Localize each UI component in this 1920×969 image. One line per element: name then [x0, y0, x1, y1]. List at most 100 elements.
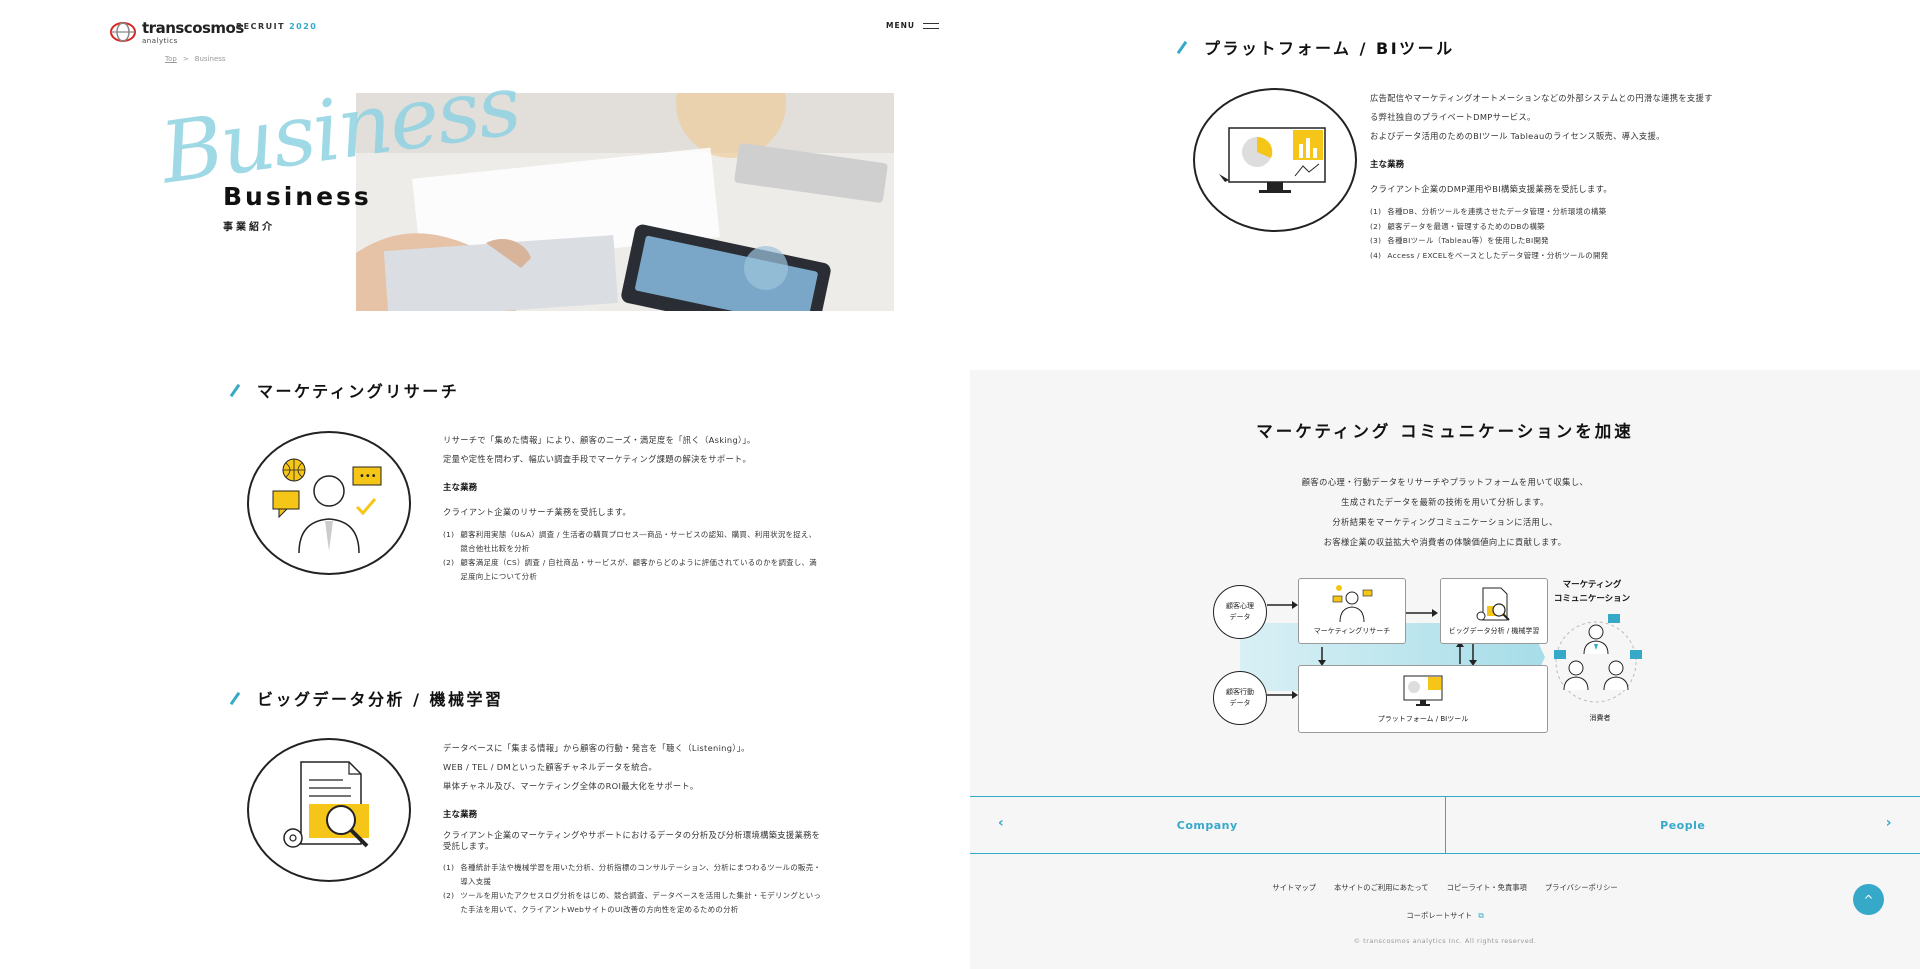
right-page: プラットフォーム / BIツール 広告配信やマーケティングオートメーションなどの…	[970, 0, 1920, 969]
prev-page-label: Company	[1176, 818, 1238, 832]
list-item: (4) Access / EXCELをベースとしたデータ管理・分析ツールの開発	[1370, 250, 1609, 260]
research-intro-2: 定量や定性を問わず、幅広い調査手段でマーケティング課題の解決をサポート。	[443, 454, 752, 464]
accelerate-line-1: 顧客の心理・行動データをリサーチやプラットフォームを用いて収集し、	[1301, 477, 1589, 487]
list-item: (2) ツールを用いたアクセスログ分析をはじめ、競合調査、データベースを活用した集…	[443, 891, 822, 914]
next-page-label: People	[1660, 818, 1706, 832]
arrow-up-icon: ^	[1863, 892, 1874, 907]
bigdata-text: データベースに「集まる情報」から顧客の行動・発言を「聴く（Listening）」…	[443, 739, 838, 917]
comm-title: マーケティング コミュニケーション	[1553, 580, 1631, 604]
logo[interactable]: transcosmos analytics	[110, 18, 244, 45]
platform-main-text: クライアント企業のDMP運用やBI構築支援業務を受託します。	[1370, 184, 1612, 194]
research-main-label: 主な業務	[443, 482, 478, 492]
list-item: (1) 各種DB、分析ツールを連携させたデータ管理・分析環境の構築	[1370, 207, 1607, 216]
research-heading: マーケティングリサーチ	[228, 378, 459, 402]
platform-intro-2: およびデータ活用のためのBIツール Tableauのライセンス販売、導入支援。	[1370, 131, 1665, 141]
research-text: リサーチで「集めた情報」により、顧客のニーズ・満足度を「訊く（Asking）」。…	[443, 431, 833, 584]
bigdata-main-text: クライアント企業のマーケティングやサポートにおけるデータの分析及び分析環境構築支…	[443, 830, 821, 851]
copyright: © transcosmos analytics Inc. All rights …	[1353, 937, 1537, 945]
breadcrumb-top-link[interactable]: Top	[165, 55, 177, 63]
platform-text: 広告配信やマーケティングオートメーションなどの外部システムとの円滑な連携を支援す…	[1370, 89, 1720, 263]
hamburger-icon	[922, 22, 939, 29]
left-page: transcosmos analytics RECRUIT 2020 MENU T…	[0, 0, 970, 969]
page-subtitle: 事業紹介	[223, 222, 275, 233]
list-item: (1) 顧客利用実態（U&A）調査 / 生活者の購買プロセス―商品・サービスの認知…	[443, 530, 817, 553]
research-intro-1: リサーチで「集めた情報」により、顧客のニーズ・満足度を「訊く（Asking）」。	[443, 435, 756, 445]
footer-link-terms[interactable]: 本サイトのご利用にあたって	[1334, 883, 1429, 893]
behavior-data-node: 顧客行動データ	[1213, 671, 1267, 725]
prev-page-link[interactable]: ‹ Company	[970, 797, 1445, 853]
person-icon	[1332, 585, 1373, 623]
bigdata-illustration	[247, 738, 411, 882]
logo-name: transcosmos	[142, 19, 244, 37]
page-navigation: ‹ Company People ›	[970, 796, 1920, 854]
platform-node: プラットフォーム / BIツール	[1298, 665, 1548, 733]
corporate-site-label: コーポレートサイト	[1406, 911, 1473, 920]
heading-slash-icon	[229, 383, 241, 397]
accelerate-heading: マーケティング コミュニケーションを加速	[1256, 422, 1634, 441]
consumers-icon	[1554, 614, 1642, 703]
footer-links: サイトマップ 本サイトのご利用にあたって コピーライト・免責事項 プライバシーポ…	[970, 883, 1920, 893]
next-page-link[interactable]: People ›	[1444, 797, 1920, 853]
breadcrumb: Top > Business	[165, 55, 226, 63]
breadcrumb-separator: >	[182, 55, 189, 63]
document-icon	[1476, 587, 1510, 621]
bigdata-heading-text: ビッグデータ分析 / 機械学習	[257, 690, 504, 709]
platform-heading: プラットフォーム / BIツール	[1175, 35, 1455, 59]
bigdata-heading: ビッグデータ分析 / 機械学習	[228, 686, 504, 710]
research-node-label: マーケティングリサーチ	[1313, 627, 1391, 635]
corporate-site-link[interactable]: コーポレートサイト ⧉	[970, 911, 1920, 921]
person-icon: •••	[272, 458, 382, 554]
footer-link-privacy[interactable]: プライバシーポリシー	[1545, 883, 1618, 893]
list-item: (2) 顧客データを最適・管理するためのDBの構築	[1370, 221, 1545, 231]
back-to-top-button[interactable]: ^	[1853, 884, 1884, 915]
bigdata-node-label: ビッグデータ分析 / 機械学習	[1448, 627, 1540, 635]
consumers-illustration	[1550, 614, 1650, 714]
platform-main-label: 主な業務	[1370, 159, 1405, 169]
footer-link-copyright[interactable]: コピーライト・免責事項	[1447, 883, 1527, 893]
platform-heading-text: プラットフォーム / BIツール	[1204, 39, 1455, 58]
research-heading-text: マーケティングリサーチ	[257, 382, 460, 401]
svg-text:•••: •••	[359, 471, 377, 482]
platform-node-label: プラットフォーム / BIツール	[1377, 715, 1469, 723]
list-item: (2) 顧客満足度（CS）調査 / 自社商品・サービスが、顧客からどのように評価さ…	[443, 558, 817, 581]
recruit-label: RECRUIT 2020	[236, 22, 317, 31]
bigdata-intro-3: 単体チャネル及び、マーケティング全体のROI最大化をサポート。	[443, 781, 699, 791]
menu-label: MENU	[886, 21, 915, 30]
monitor-icon	[1403, 675, 1443, 706]
recruit-year: 2020	[289, 22, 318, 31]
list-item: (1) 各種統計手法や機械学習を用いた分析、分析指標のコンサルテーション、分析にま…	[443, 863, 822, 886]
platform-intro-1: 広告配信やマーケティングオートメーションなどの外部システムとの円滑な連携を支援す…	[1370, 93, 1713, 122]
research-main-text: クライアント企業のリサーチ業務を受託します。	[443, 507, 631, 517]
accelerate-line-2: 生成されたデータを最新の技術を用いて分析します。	[1341, 497, 1549, 507]
list-item: (3) 各種BIツール（Tableau等）を使用したBI開発	[1370, 236, 1549, 245]
bigdata-intro-1: データベースに「集まる情報」から顧客の行動・発言を「聴く（Listening）」…	[443, 743, 750, 753]
accelerate-line-3: 分析結果をマーケティングコミュニケーションに活用し、	[1332, 517, 1558, 527]
footer-link-sitemap[interactable]: サイトマップ	[1272, 883, 1316, 893]
document-icon	[283, 761, 369, 848]
breadcrumb-current: Business	[194, 55, 226, 63]
heading-slash-icon	[1176, 40, 1188, 54]
magnifier-icon	[326, 805, 356, 835]
chevron-right-icon: ›	[1885, 815, 1892, 831]
accelerate-text: 顧客の心理・行動データをリサーチやプラットフォームを用いて収集し、 生成されたデ…	[970, 472, 1920, 552]
platform-illustration	[1193, 88, 1357, 232]
chevron-left-icon: ‹	[998, 815, 1005, 831]
bigdata-main-label: 主な業務	[443, 809, 478, 819]
logo-mark-icon	[110, 21, 136, 42]
bigdata-node: ビッグデータ分析 / 機械学習	[1440, 578, 1548, 644]
consumer-label: 消費者	[1589, 714, 1611, 722]
research-illustration: •••	[247, 431, 411, 575]
recruit-text: RECRUIT	[236, 22, 286, 31]
page-title: Business	[223, 182, 372, 211]
research-node: マーケティングリサーチ	[1298, 578, 1406, 644]
monitor-icon	[1219, 127, 1326, 193]
logo-sub: analytics	[142, 37, 178, 45]
psych-data-node: 顧客心理データ	[1213, 585, 1267, 639]
external-link-icon: ⧉	[1478, 911, 1484, 920]
bigdata-intro-2: WEB / TEL / DMといった顧客チャネルデータを統合。	[443, 762, 658, 772]
accelerate-line-4: お客様企業の収益拡大や消費者の体験価値向上に貢献します。	[1323, 537, 1567, 547]
menu-button[interactable]: MENU	[886, 21, 939, 30]
section-notch	[1416, 358, 1444, 370]
logo-text: transcosmos analytics	[142, 18, 244, 46]
heading-slash-icon	[229, 691, 241, 705]
